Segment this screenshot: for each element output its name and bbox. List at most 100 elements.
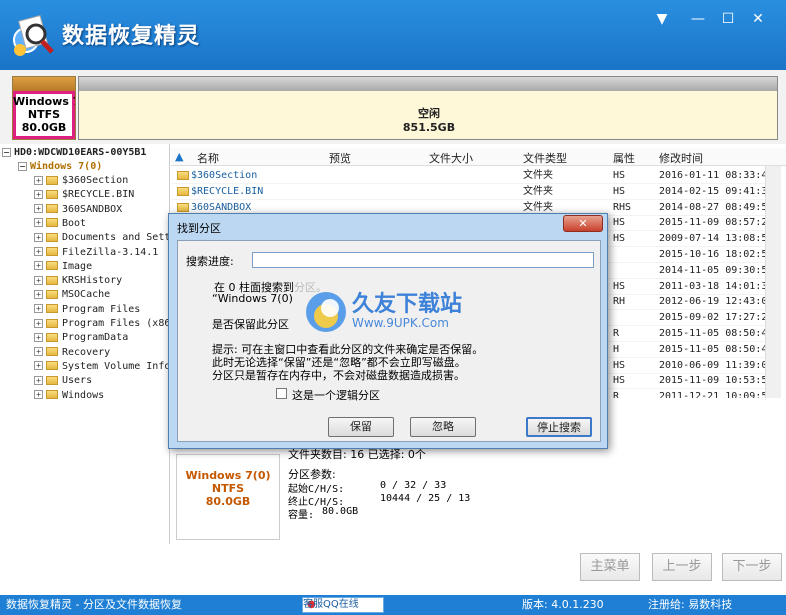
expand-icon[interactable]: +: [34, 247, 43, 256]
tree-partition-node[interactable]: − Windows 7(0): [18, 160, 102, 174]
file-time: 2015-11-09 08:57:29: [659, 217, 774, 229]
file-row[interactable]: $360Section 文件夹 HS 2016-01-11 08:33:47: [171, 168, 773, 184]
status-bar: 数据恢复精灵 - 分区及文件数据恢复 ● 客服QQ在线 版本: 4.0.1.230…: [0, 595, 786, 615]
expand-icon[interactable]: +: [34, 204, 43, 214]
expand-icon[interactable]: +: [34, 289, 43, 299]
ignore-button[interactable]: 忽略: [410, 417, 476, 437]
status-app-text: 数据恢复精灵 - 分区及文件数据恢复: [6, 598, 182, 611]
expand-icon[interactable]: +: [34, 304, 43, 314]
partition-info-panel: Windows 7(0) NTFS 80.0GB 文件夹数目: 16 已选择: …: [176, 444, 786, 544]
info-partition-fs: NTFS: [211, 482, 245, 495]
folder-icon: [46, 232, 58, 242]
col-preview[interactable]: 预览: [329, 150, 351, 166]
title-bar: 数据恢复精灵 ▼ — ☐ ✕: [0, 0, 786, 70]
col-attr[interactable]: 属性: [613, 150, 635, 166]
col-type[interactable]: 文件类型: [523, 150, 567, 166]
expand-icon[interactable]: +: [34, 232, 43, 242]
tree-folder-item[interactable]: + Image: [34, 260, 92, 274]
tree-folder-label: $RECYCLE.BIN: [62, 189, 135, 201]
tree-folder-label: Program Files (x86): [62, 318, 170, 329]
app-title: 数据恢复精灵: [62, 24, 201, 49]
info-capacity-value: 80.0GB: [322, 506, 359, 517]
partition-block-win7[interactable]: Windows 7(0) NTFS 80.0GB: [12, 76, 76, 140]
col-size[interactable]: 文件大小: [429, 150, 473, 166]
tree-disk-node[interactable]: − HD0:WDCWD10EARS-00Y5B1: [2, 146, 146, 160]
tree-folder-item[interactable]: + KRSHistory: [34, 274, 122, 288]
file-time: 2015-11-05 08:50:46: [659, 328, 774, 339]
next-step-button[interactable]: 下一步: [722, 553, 782, 581]
folder-tree: − HD0:WDCWD10EARS-00Y5B1 − Windows 7(0) + $…: [0, 144, 170, 544]
expand-icon[interactable]: +: [34, 275, 43, 285]
expand-icon[interactable]: +: [34, 318, 43, 328]
file-attr: H: [613, 343, 620, 355]
file-time: 2016-01-11 08:33:47: [659, 170, 774, 181]
col-time[interactable]: 修改时间: [659, 150, 703, 166]
disk-map: Windows 7(0) NTFS 80.0GB 空闲 851.5GB: [0, 70, 786, 144]
menu-dropdown-icon[interactable]: ▼: [652, 10, 672, 28]
file-attr: HS: [613, 170, 626, 181]
expand-icon[interactable]: +: [34, 390, 43, 399]
stop-search-button[interactable]: 停止搜索: [526, 417, 592, 437]
main-menu-button[interactable]: 主菜单: [580, 553, 640, 581]
maximize-button[interactable]: ☐: [718, 10, 738, 28]
tree-folder-item[interactable]: + Recovery: [34, 346, 110, 360]
partition-node-label: Windows 7(0): [30, 161, 103, 172]
folder-icon: [46, 332, 58, 342]
folder-icon: [46, 247, 58, 256]
tree-folder-item[interactable]: + System Volume Infor: [34, 360, 169, 374]
registered-text: 注册给: 易数科技: [648, 598, 733, 611]
expand-icon[interactable]: +: [34, 347, 43, 357]
folder-icon: [46, 275, 58, 285]
file-attr: HS: [613, 280, 626, 292]
keep-button[interactable]: 保留: [328, 417, 394, 437]
logical-partition-checkbox[interactable]: [276, 388, 287, 399]
tree-folder-item[interactable]: + $360Section: [34, 174, 128, 188]
close-button[interactable]: ✕: [748, 10, 768, 28]
qq-label: 客服QQ在线: [303, 599, 359, 610]
col-name[interactable]: 名称: [197, 150, 219, 166]
expand-icon[interactable]: +: [34, 189, 43, 199]
prev-step-button[interactable]: 上一步: [652, 553, 712, 581]
file-attr: HS: [613, 359, 626, 371]
file-time: 2011-03-18 14:01:36: [659, 280, 774, 292]
info-partition-label: Windows 7(0): [185, 469, 271, 482]
partition-block-free[interactable]: 空闲 851.5GB: [78, 76, 778, 140]
expand-icon[interactable]: +: [34, 218, 43, 228]
up-arrow-icon[interactable]: ▲: [175, 150, 183, 163]
tree-folder-item[interactable]: + Program Files (x86): [34, 317, 170, 331]
minimize-button[interactable]: —: [688, 10, 708, 28]
file-row[interactable]: $RECYCLE.BIN 文件夹 HS 2014-02-15 09:41:36: [171, 184, 773, 200]
tree-folder-item[interactable]: + Users: [34, 374, 92, 388]
dialog-close-button[interactable]: ✕: [563, 215, 603, 232]
expand-icon[interactable]: +: [34, 332, 43, 342]
tree-folder-item[interactable]: + Documents and Setti: [34, 231, 169, 245]
watermark-url: Www.9UPK.Com: [352, 316, 449, 330]
qq-support-button[interactable]: ● 客服QQ在线: [302, 597, 384, 613]
tree-folder-label: KRSHistory: [62, 275, 123, 287]
tree-folder-item[interactable]: + ProgramData: [34, 331, 128, 345]
tree-folder-item[interactable]: + $RECYCLE.BIN: [34, 188, 134, 202]
tree-folder-item[interactable]: + Boot: [34, 217, 86, 231]
expand-icon[interactable]: +: [34, 375, 43, 385]
dialog-line3: 是否保留此分区: [212, 318, 289, 331]
watermark: 久友下载站 Www.9UPK.Com: [302, 282, 502, 342]
expand-icon[interactable]: +: [34, 361, 43, 371]
tree-folder-item[interactable]: + MSOCache: [34, 288, 110, 302]
folder-icon: [46, 347, 58, 357]
search-progress-bar: [252, 252, 594, 268]
tree-folder-item[interactable]: +360SANDBOX: [34, 203, 122, 217]
tree-folder-item[interactable]: + Windows: [34, 389, 104, 403]
folder-icon: [177, 202, 189, 212]
info-end-value: 10444 / 25 / 13: [380, 493, 471, 504]
tree-folder-item[interactable]: + Program Files: [34, 303, 140, 317]
disk-label: HD0:WDCWD10EARS-00Y5B1: [14, 147, 147, 158]
expand-icon[interactable]: +: [34, 261, 43, 271]
folder-icon: [46, 318, 58, 328]
free-label: 空闲: [418, 107, 440, 120]
dialog-hint3: 分区只是暂存在内存中，不会对磁盘数据造成损害。: [212, 369, 465, 382]
expand-icon[interactable]: +: [34, 175, 43, 185]
folder-icon: [46, 304, 58, 314]
tree-folder-item[interactable]: + FileZilla-3.14.1: [34, 246, 158, 260]
file-list-scrollbar[interactable]: [765, 166, 781, 398]
folder-icon: [46, 361, 58, 371]
